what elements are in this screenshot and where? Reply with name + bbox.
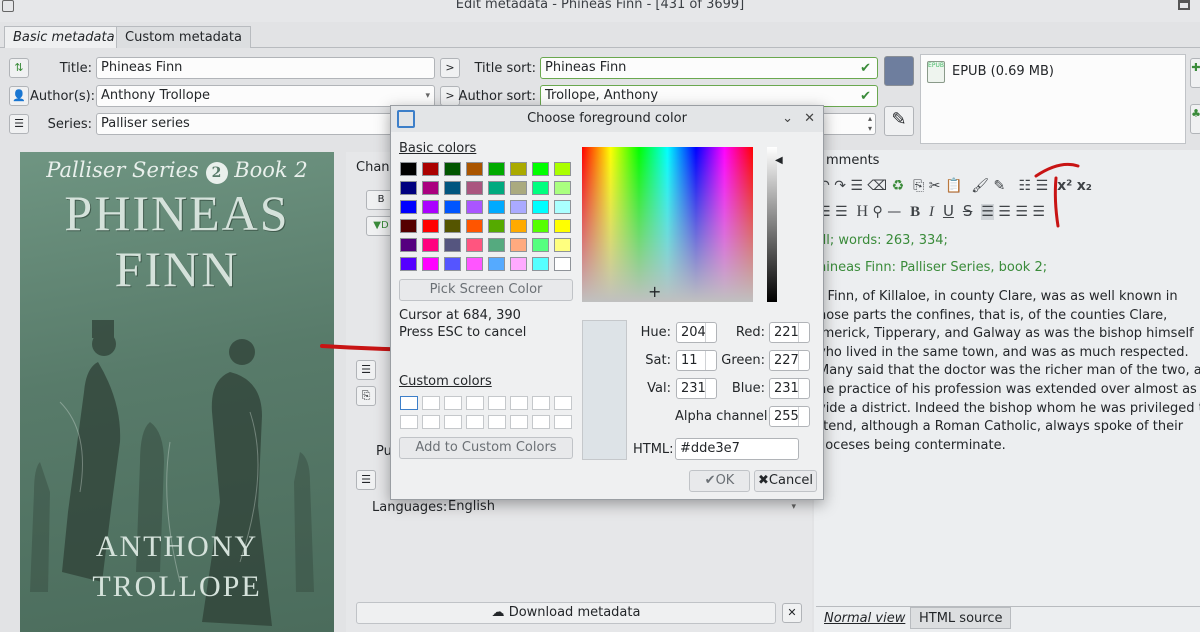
color-swatch[interactable]	[510, 181, 527, 195]
custom-color-slot[interactable]	[510, 396, 528, 410]
color-swatch[interactable]	[444, 238, 461, 252]
color-swatch[interactable]	[510, 200, 527, 214]
color-swatch[interactable]	[422, 181, 439, 195]
custom-color-slot[interactable]	[400, 396, 418, 410]
color-swatch[interactable]	[400, 238, 417, 252]
color-swatch[interactable]	[510, 219, 527, 233]
custom-color-slot[interactable]	[422, 396, 440, 410]
esc-hint-text: Press ESC to cancel	[399, 325, 527, 340]
blue-spinbox[interactable]: 231	[769, 378, 810, 399]
dialog-title: Choose foreground color	[527, 111, 687, 126]
color-swatch[interactable]	[422, 257, 439, 271]
color-swatch[interactable]	[510, 257, 527, 271]
cursor-position-text: Cursor at 684, 390	[399, 308, 521, 323]
color-swatch[interactable]	[444, 219, 461, 233]
color-swatch[interactable]	[488, 219, 505, 233]
color-swatch[interactable]	[400, 257, 417, 271]
color-swatch[interactable]	[422, 162, 439, 176]
color-swatch[interactable]	[466, 181, 483, 195]
dialog-titlebar: Choose foreground color ⌄ ✕	[391, 106, 823, 132]
color-swatch[interactable]	[532, 257, 549, 271]
color-swatch[interactable]	[554, 238, 571, 252]
color-swatch[interactable]	[466, 162, 483, 176]
color-swatch[interactable]	[554, 219, 571, 233]
red-label: Red:	[735, 325, 765, 340]
color-swatch[interactable]	[466, 238, 483, 252]
cancel-button[interactable]: ✖Cancel	[754, 470, 817, 492]
color-dialog: Choose foreground color ⌄ ✕ Basic colors…	[390, 105, 824, 500]
custom-color-slot[interactable]	[488, 415, 506, 429]
custom-colors-label: Custom colors	[399, 374, 492, 389]
custom-color-slot[interactable]	[532, 396, 550, 410]
add-to-custom-colors-button[interactable]: Add to Custom Colors	[399, 437, 573, 459]
value-slider[interactable]: ◀	[767, 147, 783, 302]
slider-arrow-icon: ◀	[775, 155, 783, 166]
custom-color-slot[interactable]	[466, 415, 484, 429]
color-swatch[interactable]	[444, 181, 461, 195]
custom-color-slot[interactable]	[554, 415, 572, 429]
color-swatch[interactable]	[400, 219, 417, 233]
color-swatch[interactable]	[422, 219, 439, 233]
sat-label: Sat:	[645, 353, 671, 368]
custom-color-slot[interactable]	[422, 415, 440, 429]
color-swatch[interactable]	[488, 200, 505, 214]
color-swatch[interactable]	[554, 200, 571, 214]
hue-saturation-picker[interactable]: +	[582, 147, 753, 302]
red-spinbox[interactable]: 221	[769, 322, 810, 343]
custom-color-slot[interactable]	[466, 396, 484, 410]
color-swatch[interactable]	[532, 181, 549, 195]
color-swatch[interactable]	[400, 162, 417, 176]
basic-colors-grid	[400, 162, 575, 276]
color-swatch[interactable]	[444, 162, 461, 176]
color-swatch[interactable]	[488, 181, 505, 195]
dialog-app-icon	[397, 110, 415, 128]
alpha-label: Alpha channel:	[675, 409, 772, 424]
basic-colors-label: Basic colors	[399, 141, 477, 156]
color-swatch[interactable]	[422, 200, 439, 214]
ok-button[interactable]: ✔OK	[689, 470, 750, 492]
hue-label: Hue:	[640, 325, 671, 340]
val-label: Val:	[647, 381, 671, 396]
custom-color-slot[interactable]	[488, 396, 506, 410]
custom-color-slot[interactable]	[444, 396, 462, 410]
color-swatch[interactable]	[510, 238, 527, 252]
close-icon: ✖	[758, 473, 769, 488]
color-swatch[interactable]	[466, 219, 483, 233]
blue-label: Blue:	[731, 381, 765, 396]
custom-color-slot[interactable]	[554, 396, 572, 410]
color-swatch[interactable]	[466, 200, 483, 214]
color-swatch[interactable]	[554, 181, 571, 195]
custom-color-slot[interactable]	[400, 415, 418, 429]
green-label: Green:	[721, 353, 765, 368]
color-swatch[interactable]	[532, 219, 549, 233]
custom-color-slot[interactable]	[510, 415, 528, 429]
alpha-spinbox[interactable]: 255	[769, 406, 810, 427]
pick-screen-color-button[interactable]: Pick Screen Color	[399, 279, 573, 301]
color-swatch[interactable]	[554, 162, 571, 176]
html-label: HTML:	[633, 442, 674, 457]
color-swatch[interactable]	[400, 181, 417, 195]
color-swatch[interactable]	[444, 257, 461, 271]
color-swatch[interactable]	[510, 162, 527, 176]
color-swatch[interactable]	[532, 162, 549, 176]
custom-colors-grid	[400, 396, 575, 432]
green-spinbox[interactable]: 227	[769, 350, 810, 371]
color-swatch[interactable]	[532, 200, 549, 214]
color-swatch[interactable]	[466, 257, 483, 271]
html-color-field[interactable]: #dde3e7	[675, 438, 799, 460]
close-icon[interactable]: ✕	[804, 106, 815, 132]
color-swatch[interactable]	[422, 238, 439, 252]
crosshair-icon: +	[648, 282, 662, 301]
color-swatch[interactable]	[532, 238, 549, 252]
color-swatch[interactable]	[444, 200, 461, 214]
color-swatch[interactable]	[488, 238, 505, 252]
minimize-icon[interactable]: ⌄	[782, 106, 793, 132]
custom-color-slot[interactable]	[444, 415, 462, 429]
color-swatch[interactable]	[400, 200, 417, 214]
check-icon: ✔	[704, 473, 716, 488]
custom-color-slot[interactable]	[532, 415, 550, 429]
color-swatch[interactable]	[488, 162, 505, 176]
color-swatch[interactable]	[488, 257, 505, 271]
color-swatch[interactable]	[554, 257, 571, 271]
